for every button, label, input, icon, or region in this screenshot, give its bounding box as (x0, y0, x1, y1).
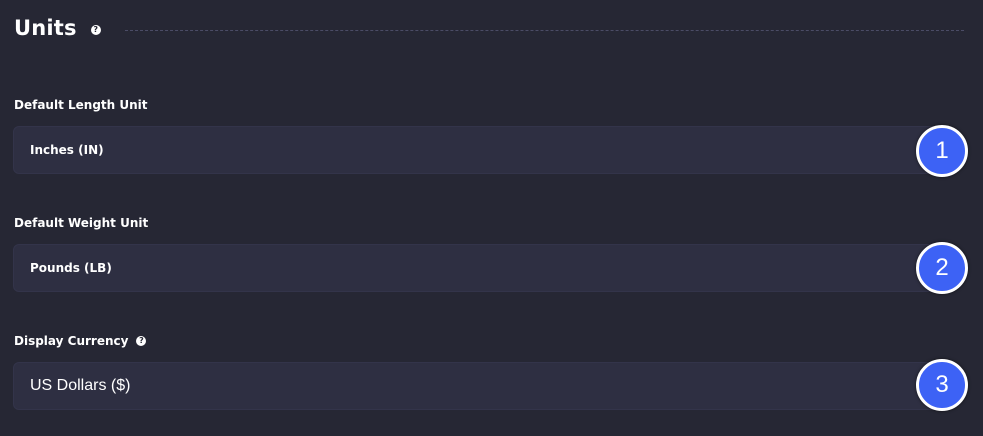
display-currency-label-text: Display Currency (14, 334, 129, 348)
step-marker-2: 2 (916, 242, 968, 294)
header-divider (124, 29, 964, 31)
units-settings-panel: Units ? Default Length Unit Inches (IN) … (0, 0, 983, 436)
length-unit-label: Default Length Unit (14, 98, 148, 112)
help-icon[interactable]: ? (90, 25, 101, 35)
display-currency-label: Display Currency ? (14, 334, 147, 348)
length-unit-select[interactable]: Inches (IN) (13, 126, 943, 174)
help-icon[interactable]: ? (136, 336, 147, 346)
weight-unit-label-text: Default Weight Unit (14, 216, 149, 230)
length-unit-label-text: Default Length Unit (14, 98, 148, 112)
weight-unit-value: Pounds (LB) (30, 261, 112, 275)
step-marker-1: 1 (916, 125, 968, 177)
weight-unit-select[interactable]: Pounds (LB) (13, 244, 943, 292)
display-currency-select[interactable]: US Dollars ($) (13, 362, 943, 410)
section-header: Units ? (14, 10, 964, 46)
display-currency-value: US Dollars ($) (30, 377, 131, 394)
length-unit-value: Inches (IN) (30, 143, 104, 157)
step-marker-3: 3 (916, 359, 968, 411)
weight-unit-label: Default Weight Unit (14, 216, 148, 230)
section-title: Units (14, 16, 77, 40)
